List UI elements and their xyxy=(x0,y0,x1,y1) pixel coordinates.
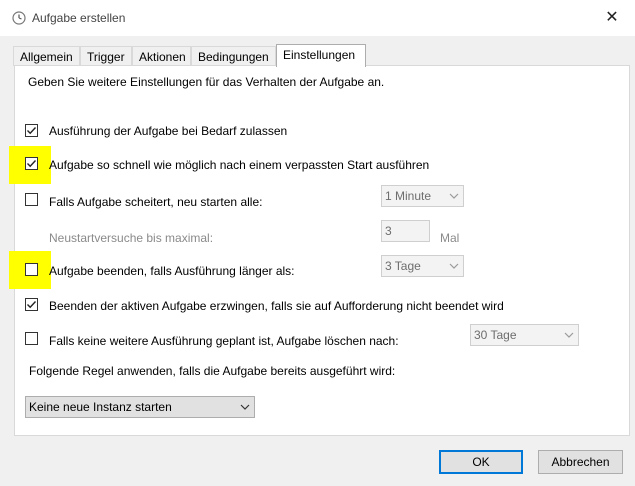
restart-on-failure-checkbox[interactable] xyxy=(25,193,38,206)
check-icon xyxy=(27,127,37,135)
cancel-button[interactable]: Abbrechen xyxy=(538,450,623,474)
title-bar: Aufgabe erstellen ✕ xyxy=(0,0,635,36)
restart-on-failure-label: Falls Aufgabe scheitert, neu starten all… xyxy=(49,195,263,209)
tab-triggers[interactable]: Trigger xyxy=(80,46,132,66)
tab-settings[interactable]: Einstellungen xyxy=(276,44,366,67)
check-icon xyxy=(27,301,37,309)
window-title: Aufgabe erstellen xyxy=(32,11,126,25)
delete-if-not-scheduled-label: Falls keine weitere Ausführung geplant i… xyxy=(49,334,399,348)
restart-attempts-value: 3 xyxy=(385,224,392,238)
rule-dropdown[interactable]: Keine neue Instanz starten xyxy=(25,396,255,418)
chevron-down-icon xyxy=(449,263,459,269)
allow-on-demand-checkbox[interactable] xyxy=(25,124,38,137)
force-stop-checkbox[interactable] xyxy=(25,298,38,311)
delete-if-not-scheduled-checkbox[interactable] xyxy=(25,332,38,345)
run-after-missed-label: Aufgabe so schnell wie möglich nach eine… xyxy=(49,158,430,172)
stop-duration-value: 3 Tage xyxy=(385,259,421,273)
restart-attempts-label: Neustartversuche bis maximal: xyxy=(49,231,214,245)
restart-interval-value: 1 Minute xyxy=(385,189,432,203)
tab-conditions[interactable]: Bedingungen xyxy=(191,46,276,66)
tab-general[interactable]: Allgemein xyxy=(13,46,80,66)
restart-interval-dropdown[interactable]: 1 Minute xyxy=(381,185,464,207)
chevron-down-icon xyxy=(564,332,574,338)
chevron-down-icon xyxy=(240,404,250,410)
clock-icon xyxy=(12,11,26,25)
tab-label: Einstellungen xyxy=(283,48,356,62)
stop-duration-dropdown[interactable]: 3 Tage xyxy=(381,255,464,277)
stop-if-longer-checkbox[interactable] xyxy=(25,263,38,276)
stop-if-longer-label: Aufgabe beenden, falls Ausführung länger… xyxy=(49,264,295,278)
ok-button[interactable]: OK xyxy=(439,450,523,474)
restart-attempts-unit: Mal xyxy=(440,231,460,245)
rule-label: Folgende Regel anwenden, falls die Aufga… xyxy=(29,364,396,378)
tab-actions[interactable]: Aktionen xyxy=(132,46,191,66)
tab-label: Bedingungen xyxy=(198,50,269,64)
tab-label: Aktionen xyxy=(139,50,186,64)
close-icon: ✕ xyxy=(605,9,619,26)
tab-label: Trigger xyxy=(87,50,125,64)
force-stop-label: Beenden der aktiven Aufgabe erzwingen, f… xyxy=(49,299,504,313)
chevron-down-icon xyxy=(449,193,459,199)
settings-panel xyxy=(14,65,630,436)
delete-duration-value: 30 Tage xyxy=(474,328,517,342)
check-icon xyxy=(27,160,37,168)
close-button[interactable]: ✕ xyxy=(599,6,625,30)
rule-value: Keine neue Instanz starten xyxy=(29,400,172,414)
restart-attempts-input[interactable]: 3 xyxy=(381,220,430,242)
tab-label: Allgemein xyxy=(20,50,73,64)
delete-duration-dropdown[interactable]: 30 Tage xyxy=(470,324,579,346)
intro-text: Geben Sie weitere Einstellungen für das … xyxy=(28,75,385,89)
allow-on-demand-label: Ausführung der Aufgabe bei Bedarf zulass… xyxy=(49,124,288,138)
run-after-missed-checkbox[interactable] xyxy=(25,157,38,170)
